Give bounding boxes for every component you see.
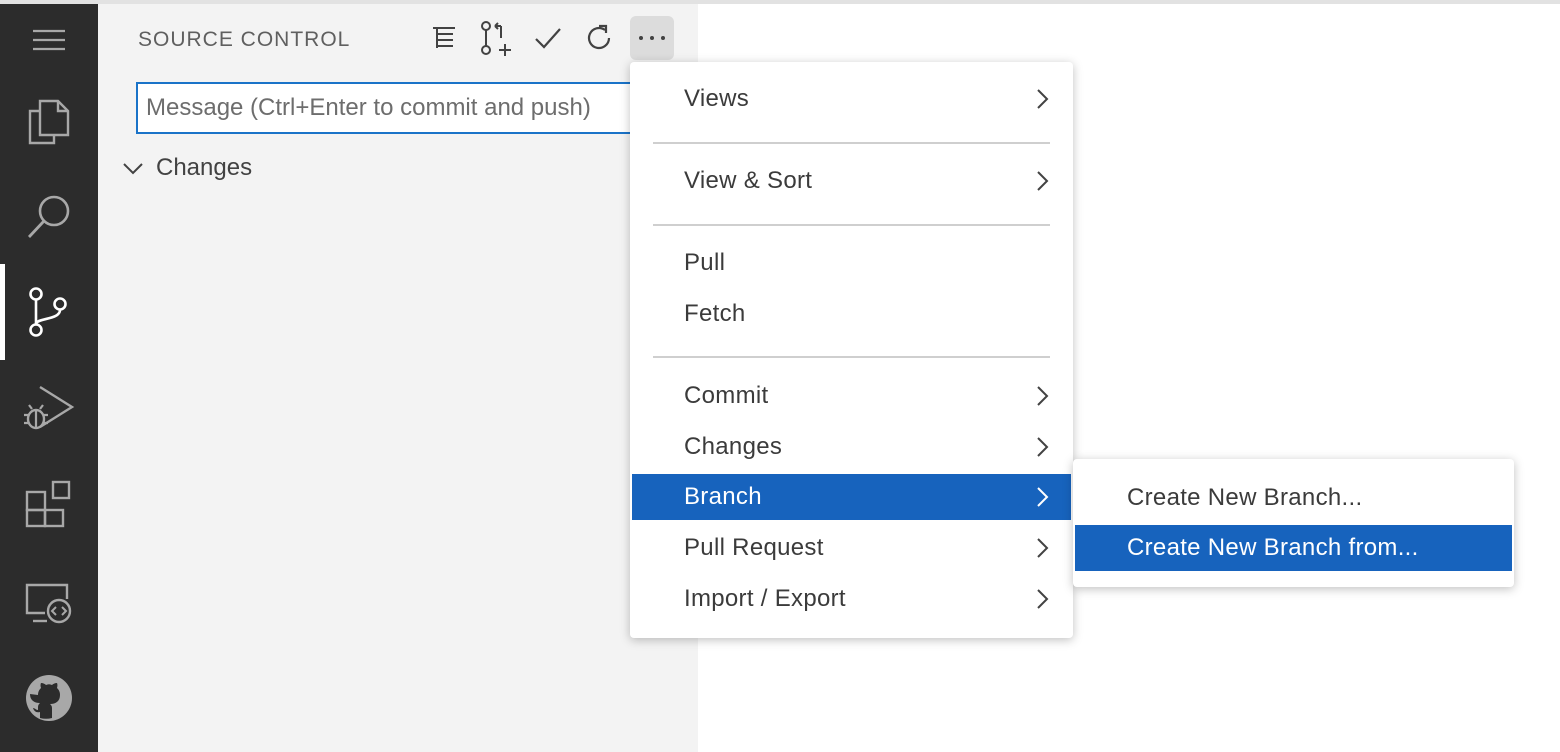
branch-submenu: Create New Branch... Create New Branch f… [1073, 459, 1514, 587]
menu-item-view-sort[interactable]: View & Sort [632, 158, 1071, 204]
chevron-right-icon [1037, 386, 1049, 406]
run-debug-icon[interactable] [0, 360, 98, 456]
menu-item-label: Fetch [684, 300, 746, 327]
chevron-right-icon [1037, 437, 1049, 457]
activity-bar [0, 4, 98, 752]
menu-separator [653, 224, 1050, 226]
menu-item-label: Pull [684, 249, 726, 276]
chevron-right-icon [1037, 171, 1049, 191]
explorer-icon[interactable] [0, 74, 98, 170]
chevron-right-icon [1037, 89, 1049, 109]
menu-item-commit[interactable]: Commit [632, 373, 1071, 419]
menu-item-label: Create New Branch from... [1127, 534, 1419, 561]
extensions-icon[interactable] [0, 456, 98, 552]
menu-item-branch[interactable]: Branch [632, 474, 1071, 520]
changes-section-header[interactable]: Changes [122, 150, 252, 186]
commit-check-icon[interactable] [526, 16, 570, 60]
menu-item-label: Views [684, 85, 750, 112]
source-control-icon[interactable] [0, 264, 98, 360]
menu-item-label: Import / Export [684, 585, 846, 612]
chevron-down-icon [123, 163, 143, 175]
menu-item-views[interactable]: Views [632, 76, 1071, 122]
chevron-right-icon [1037, 538, 1049, 558]
menu-item-label: Branch [684, 483, 762, 510]
remote-explorer-icon[interactable] [0, 554, 98, 650]
menu-item-label: Create New Branch... [1127, 484, 1363, 511]
menu-item-pull[interactable]: Pull [632, 240, 1071, 286]
menu-item-label: Commit [684, 382, 769, 409]
more-actions-icon[interactable] [630, 16, 674, 60]
changes-label: Changes [156, 154, 253, 181]
menu-item-fetch[interactable]: Fetch [632, 291, 1071, 337]
menu-item-label: Changes [684, 433, 783, 460]
search-icon[interactable] [0, 168, 98, 264]
menu-item-import-export[interactable]: Import / Export [632, 576, 1071, 622]
refresh-icon[interactable] [578, 16, 622, 60]
chevron-right-icon [1037, 487, 1049, 507]
create-pull-request-icon[interactable] [474, 16, 518, 60]
menu-separator [653, 356, 1050, 358]
menu-item-pull-request[interactable]: Pull Request [632, 525, 1071, 571]
source-control-sidebar: SOURCE CONTROL Message (Ctrl+Enter to co… [98, 4, 698, 752]
sidebar-title: SOURCE CONTROL [138, 28, 351, 51]
menu-item-changes[interactable]: Changes [632, 424, 1071, 470]
menu-item-label: View & Sort [684, 167, 813, 194]
commit-message-box [136, 82, 656, 134]
menu-separator [653, 142, 1050, 144]
chevron-right-icon [1037, 589, 1049, 609]
commit-message-input[interactable] [138, 84, 654, 132]
menu-item-label: Pull Request [684, 534, 824, 561]
submenu-item-create-new-branch-from[interactable]: Create New Branch from... [1075, 525, 1512, 571]
submenu-item-create-new-branch[interactable]: Create New Branch... [1075, 475, 1512, 521]
github-icon[interactable] [0, 650, 98, 746]
more-actions-menu: Views View & Sort Pull Fetch Commit Chan… [630, 62, 1073, 638]
view-as-tree-icon[interactable] [422, 16, 466, 60]
